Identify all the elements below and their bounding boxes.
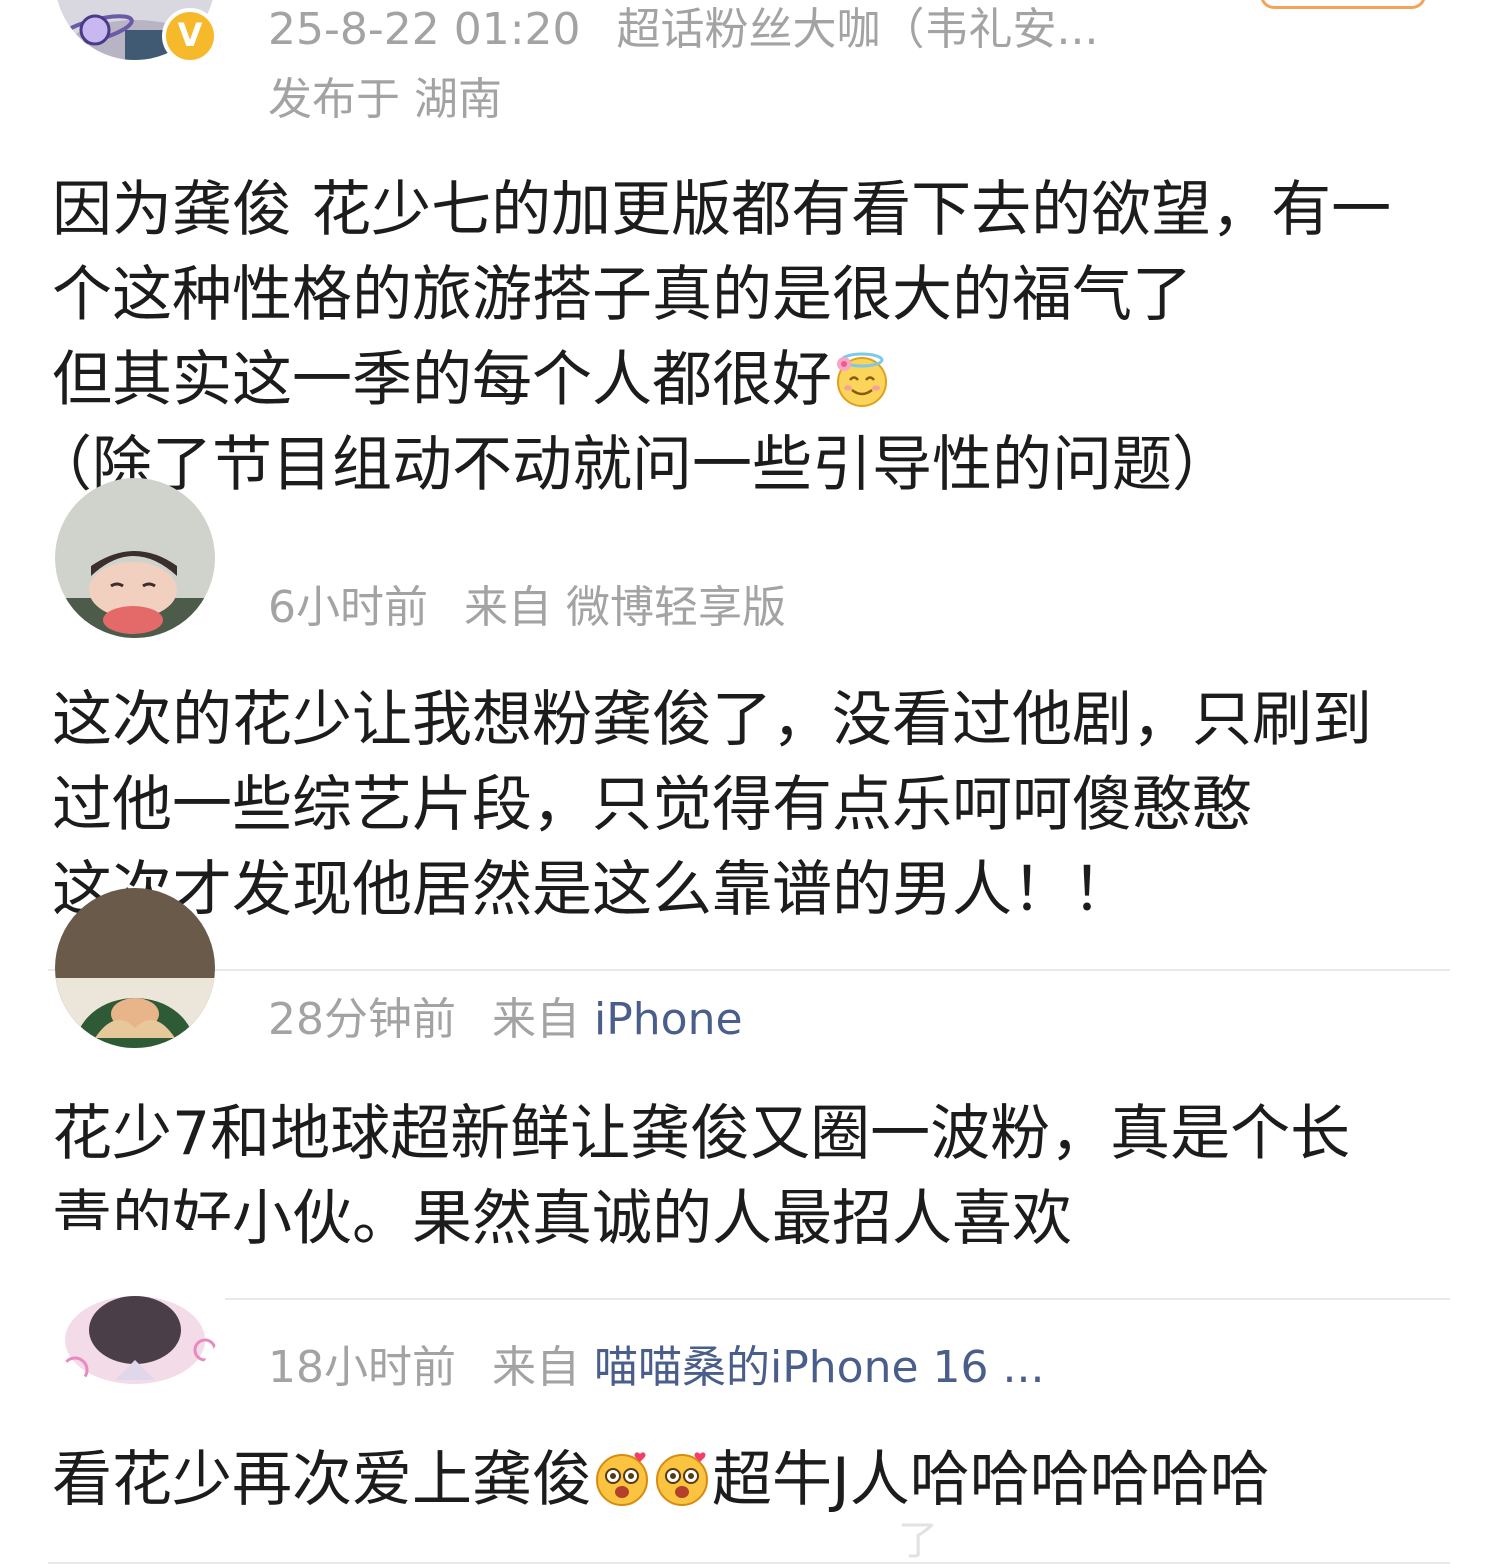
post-source[interactable]: 超话粉丝大咖（韦礼安... [617,4,1099,55]
post-content: 这次的花少让我想粉龚俊了，没看过他剧，只刷到 过他一些综艺片段，只觉得有点乐呵呵… [52,678,1472,933]
avatar[interactable] [55,888,215,1048]
top-badge-edge [1260,0,1426,9]
verified-badge-icon: V [162,8,218,64]
post-3: 28分钟前 来自 iPhone 花少7和地球超新鲜让龚俊又圈一波粉，真是个长 青的… [0,888,1500,1298]
post-time: 28分钟前 [268,994,456,1045]
post-location: 发布于 湖南 [268,74,502,125]
heart-eyes-emoji-icon [656,1452,708,1506]
post-content: 因为龚俊 花少七的加更版都有看下去的欲望，有一 个这种性格的旅游搭子真的是很大的… [32,168,1472,508]
post-line: 过他一些综艺片段，只觉得有点乐呵呵傻憨憨 [52,770,1252,840]
post-line: 但其实这一季的每个人都很好 [52,338,1472,423]
post-meta: 25-8-22 01:20 超话粉丝大咖（韦礼安... [268,2,1098,58]
post-source-link[interactable]: iPhone [594,994,743,1045]
post-line: 花少7和地球超新鲜让龚俊又圈一波粉，真是个长 [52,1099,1351,1169]
post-4: 18小时前 来自 喵喵桑的iPhone 16 ... 看花少再次爱上龚俊 超牛J人… [0,1230,1500,1568]
post-meta: 18小时前 来自 喵喵桑的iPhone 16 ... [268,1340,1044,1396]
post-line: 个这种性格的旅游搭子真的是很大的福气了 [52,260,1192,330]
post-line: （除了节目组动不动就问一些引导性的问题） [32,430,1232,500]
post-time: 6小时前 [268,582,428,633]
post-2: 6小时前 来自 微博轻享版 这次的花少让我想粉龚俊了，没看过他剧，只刷到 过他一些… [0,478,1500,970]
avatar-image [55,478,215,638]
avatar[interactable] [55,478,215,638]
post-time: 18小时前 [268,1342,456,1393]
post-time: 25-8-22 01:20 [268,4,581,55]
post-source-prefix: 来自 [464,582,552,633]
post-line: 这次才发现他居然是这么靠谱的男人！！ [52,855,1132,925]
avatar[interactable] [45,1230,225,1390]
post-content: 花少7和地球超新鲜让龚俊又圈一波粉，真是个长 青的好小伙。果然真诚的人最招人喜欢 [52,1092,1472,1262]
post-source[interactable]: 微博轻享版 [566,582,786,633]
avatar-image [45,1230,225,1390]
post-line: 看花少再次爱上龚俊 超牛J人哈哈哈哈哈哈 [52,1445,1270,1515]
divider [48,1562,1450,1564]
post-source-prefix: 来自 [492,1342,580,1393]
angel-smile-emoji-icon [837,352,887,407]
post-meta: 6小时前 来自 微博轻享版 [268,580,786,636]
post-source-link[interactable]: 喵喵桑的iPhone 16 ... [594,1342,1044,1393]
post-line: 因为龚俊 花少七的加更版都有看下去的欲望，有一 [52,175,1392,245]
heart-eyes-emoji-icon [596,1452,648,1506]
post-line: 青的好小伙。果然真诚的人最招人喜欢 [52,1184,1072,1254]
post-content: 看花少再次爱上龚俊 超牛J人哈哈哈哈哈哈 [52,1438,1472,1523]
avatar-image [55,888,215,1048]
post-source-prefix: 来自 [492,994,580,1045]
post-1: V 25-8-22 01:20 超话粉丝大咖（韦礼安... 发布于 湖南 因为龚俊… [0,0,1500,520]
watermark: 了 [898,1518,938,1564]
post-line: 这次的花少让我想粉龚俊了，没看过他剧，只刷到 [52,685,1372,755]
post-meta: 28分钟前 来自 iPhone [268,992,743,1048]
